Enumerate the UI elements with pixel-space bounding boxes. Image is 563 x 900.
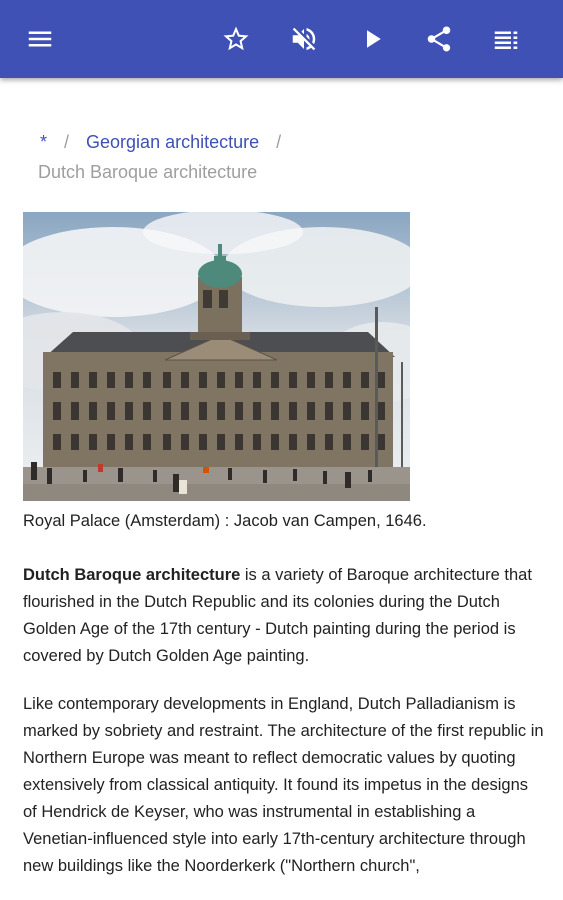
menu-button[interactable] bbox=[20, 19, 60, 59]
intro-paragraph: Dutch Baroque architecture is a variety … bbox=[23, 562, 545, 670]
app-toolbar bbox=[0, 0, 563, 78]
breadcrumb: * / Georgian architecture / Dutch Baroque a… bbox=[38, 127, 538, 187]
breadcrumb-home[interactable]: * bbox=[40, 132, 47, 152]
breadcrumb-separator: / bbox=[276, 132, 282, 152]
article-content: * / Georgian architecture / Dutch Baroque a… bbox=[0, 78, 563, 900]
share-icon bbox=[427, 26, 451, 52]
breadcrumb-current: Dutch Baroque architecture bbox=[38, 162, 258, 182]
volume-off-icon bbox=[292, 27, 316, 51]
mute-button[interactable] bbox=[284, 19, 324, 59]
article-term: Dutch Baroque architecture bbox=[23, 566, 241, 584]
play-icon bbox=[367, 30, 381, 48]
star-icon bbox=[223, 26, 249, 51]
royal-palace-image bbox=[23, 212, 410, 501]
list-icon bbox=[494, 31, 518, 49]
share-button[interactable] bbox=[419, 19, 459, 59]
breadcrumb-parent-link[interactable]: Georgian architecture bbox=[86, 132, 259, 152]
play-button[interactable] bbox=[352, 19, 392, 59]
royal-palace-photo[interactable] bbox=[23, 212, 410, 501]
contents-button[interactable] bbox=[486, 19, 526, 59]
photo-caption: Royal Palace (Amsterdam) : Jacob van Cam… bbox=[23, 512, 427, 530]
menu-icon bbox=[28, 31, 52, 47]
breadcrumb-separator: / bbox=[64, 132, 70, 152]
favorite-button[interactable] bbox=[216, 19, 256, 59]
body-paragraph: Like contemporary developments in Englan… bbox=[23, 695, 544, 875]
